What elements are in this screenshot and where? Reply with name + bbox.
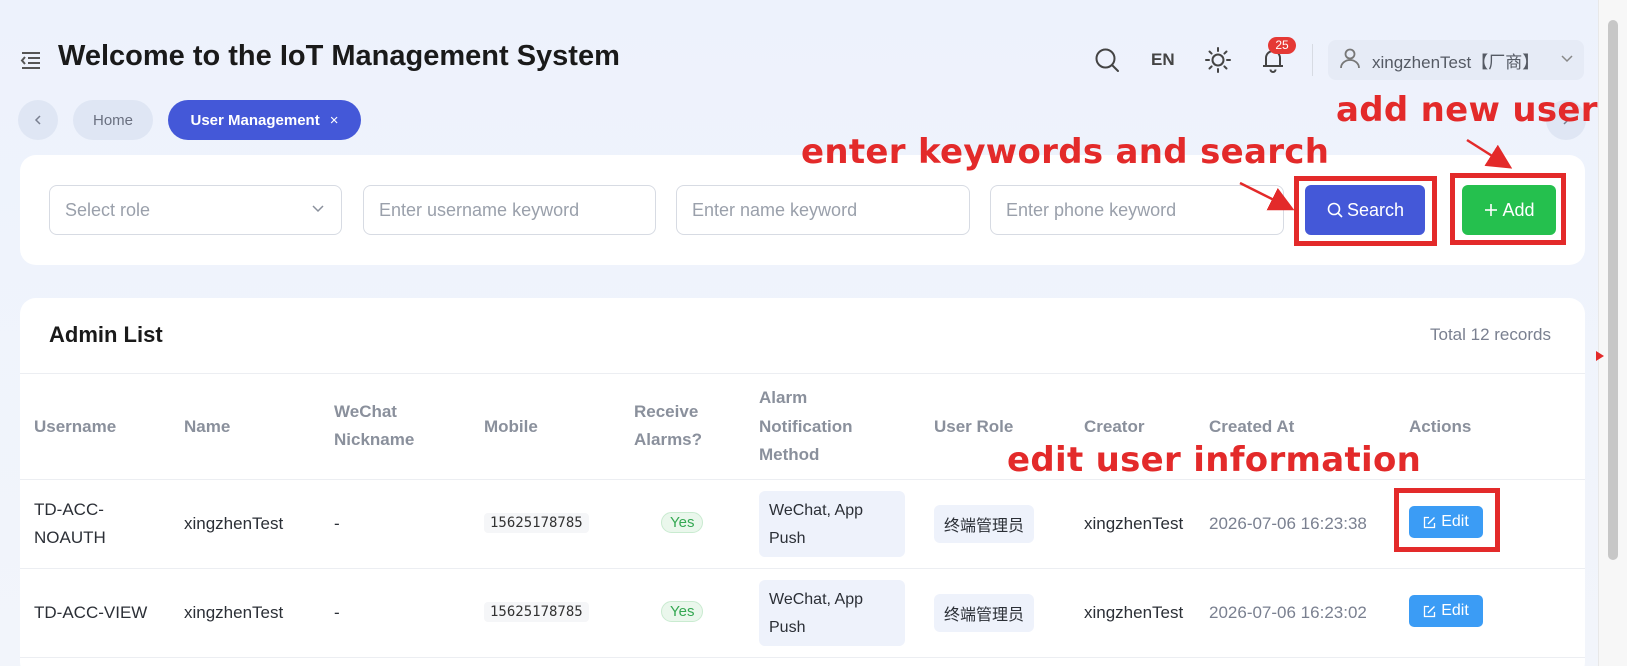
scrollbar-thumb[interactable] <box>1608 20 1618 560</box>
role-select[interactable]: Select role <box>49 185 342 235</box>
phone-search-input[interactable] <box>1006 199 1268 221</box>
cell-username: TD-ACC-VIEW <box>34 603 148 622</box>
cell-wechat: - <box>334 603 340 622</box>
cell-wechat: - <box>334 514 340 533</box>
divider <box>20 568 1585 569</box>
cell-username-line1: TD-ACC- <box>34 500 104 519</box>
total-records: Total 12 records <box>1430 325 1551 344</box>
annotation-edit-box <box>1394 488 1500 552</box>
alarm-method-line1: WeChat, App <box>769 502 863 519</box>
annotation-add-box <box>1450 173 1566 245</box>
col-wechat-line2: Nickname <box>334 430 415 449</box>
receive-alarms-tag: Yes <box>661 601 704 622</box>
tab-user-management[interactable]: User Management × <box>168 100 361 140</box>
scroll-marker-icon <box>1596 351 1604 361</box>
chevron-down-icon <box>310 200 326 221</box>
menu-fold-icon[interactable] <box>20 50 42 70</box>
language-switch[interactable]: EN <box>1151 50 1175 70</box>
role-select-placeholder: Select role <box>65 199 151 220</box>
col-receive-line2: Alarms? <box>634 430 703 449</box>
alarm-method-line2: Push <box>769 530 806 547</box>
tab-home-label: Home <box>92 111 133 129</box>
cell-username-line2: NOAUTH <box>34 528 106 547</box>
col-method-line3: Method <box>759 445 820 464</box>
user-role-tag: 终端管理员 <box>934 594 1035 632</box>
username-search-input[interactable] <box>379 199 640 221</box>
alarm-method-line1: WeChat, App <box>769 591 863 608</box>
col-name: Name <box>184 417 231 436</box>
notification-badge: 25 <box>1268 37 1296 54</box>
annotation-search-text: enter keywords and search <box>801 132 1330 172</box>
edit-icon <box>1423 605 1436 618</box>
col-created-at: Created At <box>1209 417 1295 436</box>
annotation-search-box <box>1294 176 1437 246</box>
col-method-line2: Notification <box>759 417 853 436</box>
user-name: xingzhenTest【厂商】 <box>1372 52 1540 72</box>
user-menu[interactable]: xingzhenTest【厂商】 <box>1328 40 1584 80</box>
receive-alarms-tag: Yes <box>661 512 704 533</box>
cell-name: xingzhenTest <box>184 603 284 622</box>
app-root: Welcome to the IoT Management System EN … <box>0 0 1598 666</box>
tabs-prev-button[interactable] <box>18 100 58 140</box>
cell-mobile: 15625178785 <box>484 602 589 622</box>
col-username: Username <box>34 417 117 436</box>
cell-mobile: 15625178785 <box>484 513 589 533</box>
annotation-edit-text: edit user information <box>1007 440 1422 480</box>
col-receive-line1: Receive <box>634 402 699 421</box>
col-mobile: Mobile <box>484 417 538 436</box>
page-title: Welcome to the IoT Management System <box>58 40 620 72</box>
username-search-field[interactable] <box>363 185 656 235</box>
tab-home[interactable]: Home <box>73 100 153 140</box>
tab-user-management-label: User Management <box>190 111 320 129</box>
alarm-method-tag: WeChat, App Push <box>759 580 905 646</box>
divider <box>20 373 1585 374</box>
annotation-add-text: add new user <box>1336 90 1598 130</box>
col-wechat-line1: WeChat <box>334 402 397 421</box>
search-icon[interactable] <box>1093 46 1121 74</box>
edit-button-label: Edit <box>1441 602 1469 619</box>
edit-button[interactable]: Edit <box>1409 595 1483 627</box>
cell-created-at: 2026-07-06 16:23:02 <box>1209 603 1367 622</box>
col-actions: Actions <box>1409 417 1472 436</box>
cell-creator: xingzhenTest <box>1084 603 1184 622</box>
col-method-line1: Alarm <box>759 388 808 407</box>
cell-created-at: 2026-07-06 16:23:38 <box>1209 514 1367 533</box>
user-avatar-icon <box>1338 46 1362 75</box>
list-title: Admin List <box>49 322 163 347</box>
name-search-field[interactable] <box>676 185 970 235</box>
divider <box>20 657 1585 658</box>
close-icon[interactable]: × <box>330 112 339 129</box>
col-creator: Creator <box>1084 417 1145 436</box>
user-role-tag: 终端管理员 <box>934 505 1035 543</box>
cell-name: xingzhenTest <box>184 514 284 533</box>
chevron-left-icon <box>34 115 41 125</box>
sun-icon[interactable] <box>1204 46 1232 74</box>
phone-search-field[interactable] <box>990 185 1284 235</box>
alarm-method-line2: Push <box>769 619 806 636</box>
header-divider <box>1312 44 1313 76</box>
alarm-method-tag: WeChat, App Push <box>759 491 905 557</box>
col-role: User Role <box>934 417 1014 436</box>
chevron-down-icon <box>1560 51 1574 70</box>
name-search-input[interactable] <box>692 199 954 221</box>
cell-creator: xingzhenTest <box>1084 514 1184 533</box>
